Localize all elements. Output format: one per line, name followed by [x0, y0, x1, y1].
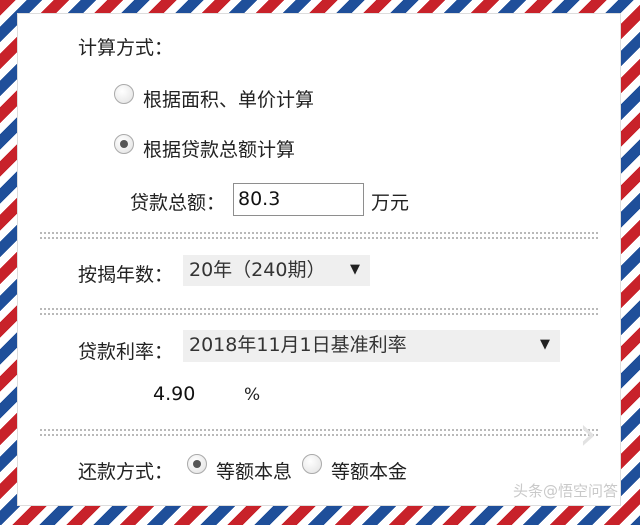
rate-value-input[interactable]: 4.90 — [153, 383, 195, 405]
radio-equal-payment-label[interactable]: 等额本息 — [216, 457, 292, 484]
years-select[interactable]: 20年（240期） ▼ — [183, 255, 370, 286]
radio-calc-by-area-label[interactable]: 根据面积、单价计算 — [143, 85, 314, 112]
calc-method-title: 计算方式： — [78, 37, 174, 59]
section-divider — [40, 429, 598, 436]
section-divider — [40, 308, 598, 315]
mortgage-calculator-panel: 计算方式： 根据面积、单价计算 根据贷款总额计算 贷款总额： 80.3 万元 按… — [17, 13, 621, 506]
repayment-label: 还款方式： — [78, 461, 174, 483]
years-label: 按揭年数： — [78, 264, 174, 286]
chevron-right-icon: › — [578, 406, 597, 460]
years-select-value: 20年（240期） — [189, 259, 326, 281]
radio-equal-payment[interactable] — [187, 454, 207, 474]
loan-total-input[interactable]: 80.3 — [233, 183, 364, 216]
radio-calc-by-loan[interactable] — [114, 134, 134, 154]
radio-calc-by-loan-label[interactable]: 根据贷款总额计算 — [143, 135, 295, 162]
rate-select[interactable]: 2018年11月1日基准利率 ▼ — [183, 330, 560, 362]
watermark: 头条@悟空问答 — [512, 482, 618, 500]
airmail-border-frame: 计算方式： 根据面积、单价计算 根据贷款总额计算 贷款总额： 80.3 万元 按… — [0, 0, 640, 525]
loan-total-label: 贷款总额： — [130, 192, 226, 214]
radio-equal-principal-label[interactable]: 等额本金 — [331, 457, 407, 484]
rate-select-value: 2018年11月1日基准利率 — [189, 334, 407, 356]
dropdown-arrow-icon: ▼ — [350, 262, 360, 277]
rate-unit: % — [244, 385, 261, 405]
section-divider — [40, 232, 598, 239]
dropdown-arrow-icon: ▼ — [540, 337, 550, 352]
loan-total-unit: 万元 — [371, 192, 410, 214]
rate-label: 贷款利率： — [78, 341, 174, 363]
radio-calc-by-area[interactable] — [114, 84, 134, 104]
radio-equal-principal[interactable] — [302, 454, 322, 474]
